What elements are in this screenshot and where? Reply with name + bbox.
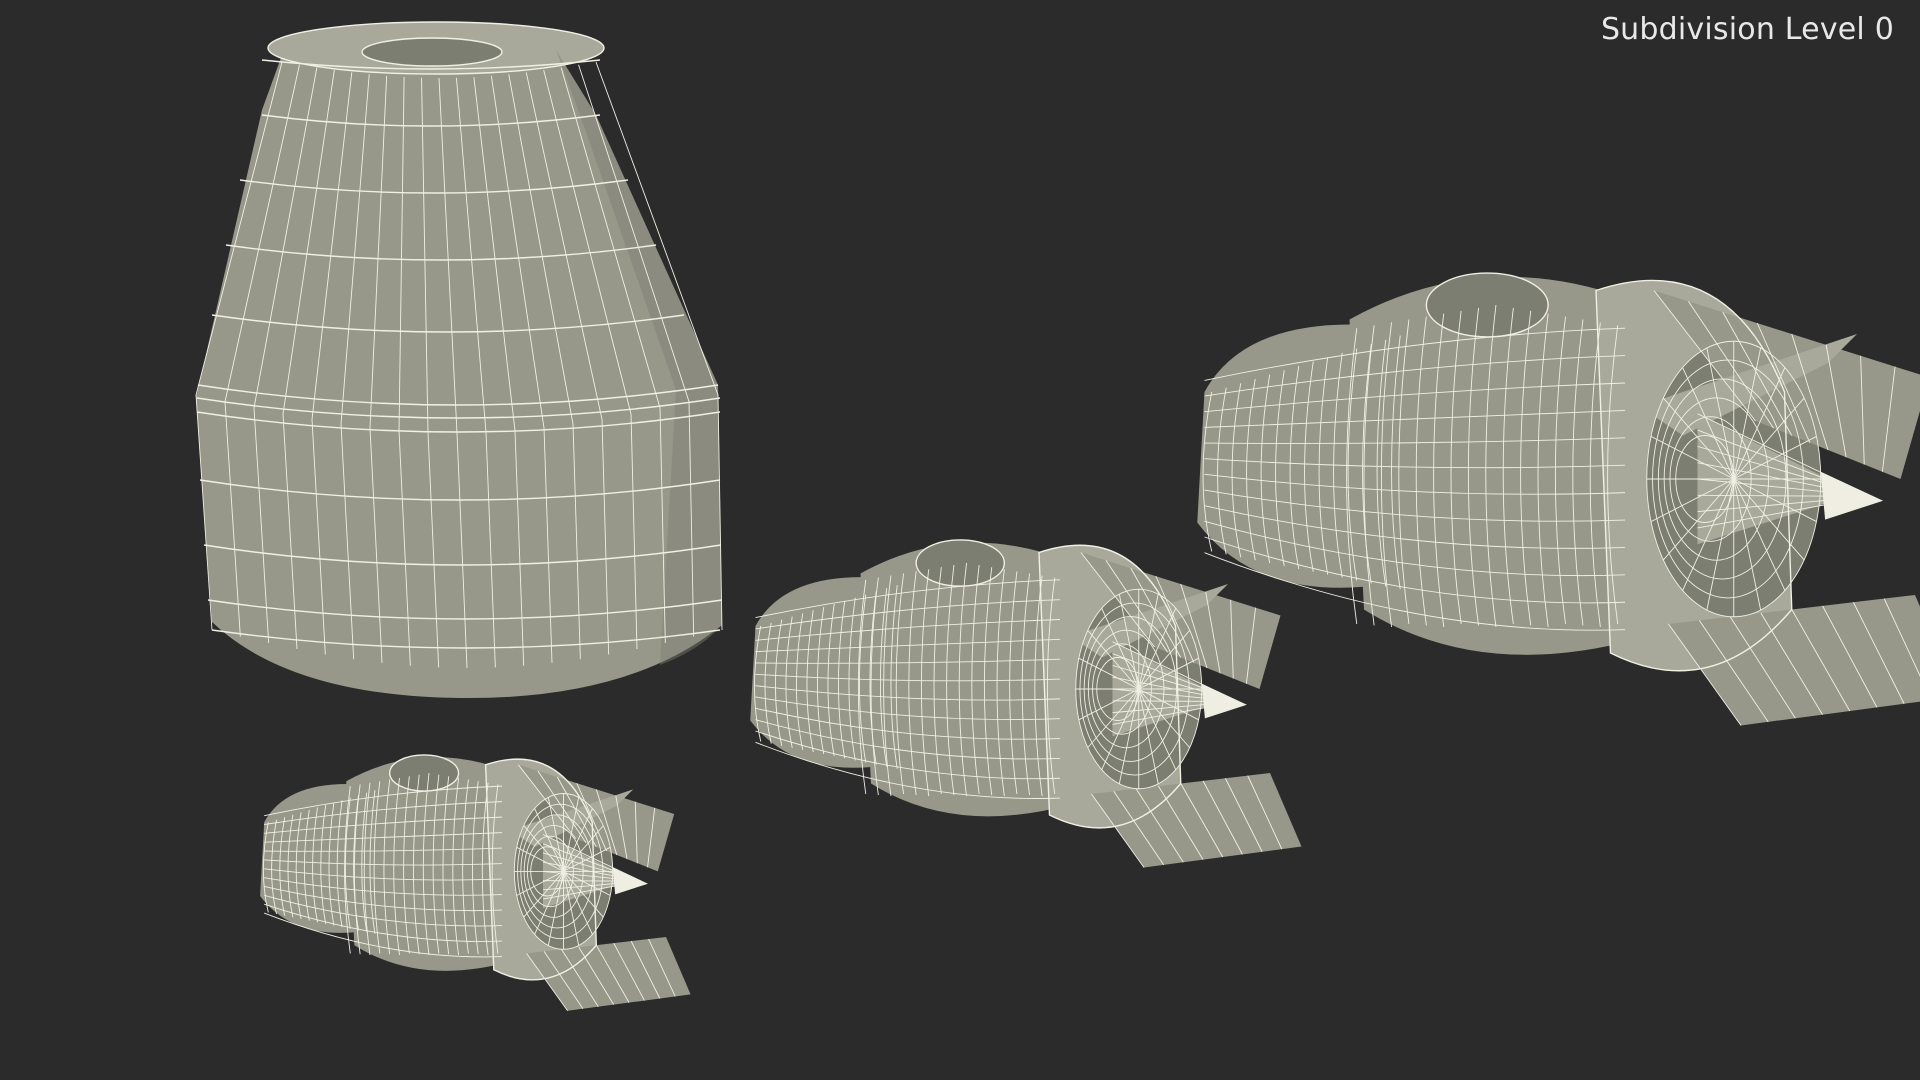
subdivision-level-label: Subdivision Level 0 — [1600, 12, 1894, 47]
model-cone-cap[interactable] — [195, 21, 723, 699]
model-nozzle-small[interactable] — [260, 754, 691, 1012]
3d-viewport[interactable]: Subdivision Level 0 — [0, 0, 1920, 1080]
wireframe-scene — [195, 21, 1920, 1012]
model-nozzle-medium[interactable] — [750, 539, 1302, 868]
model-nozzle-large[interactable] — [1197, 272, 1920, 726]
